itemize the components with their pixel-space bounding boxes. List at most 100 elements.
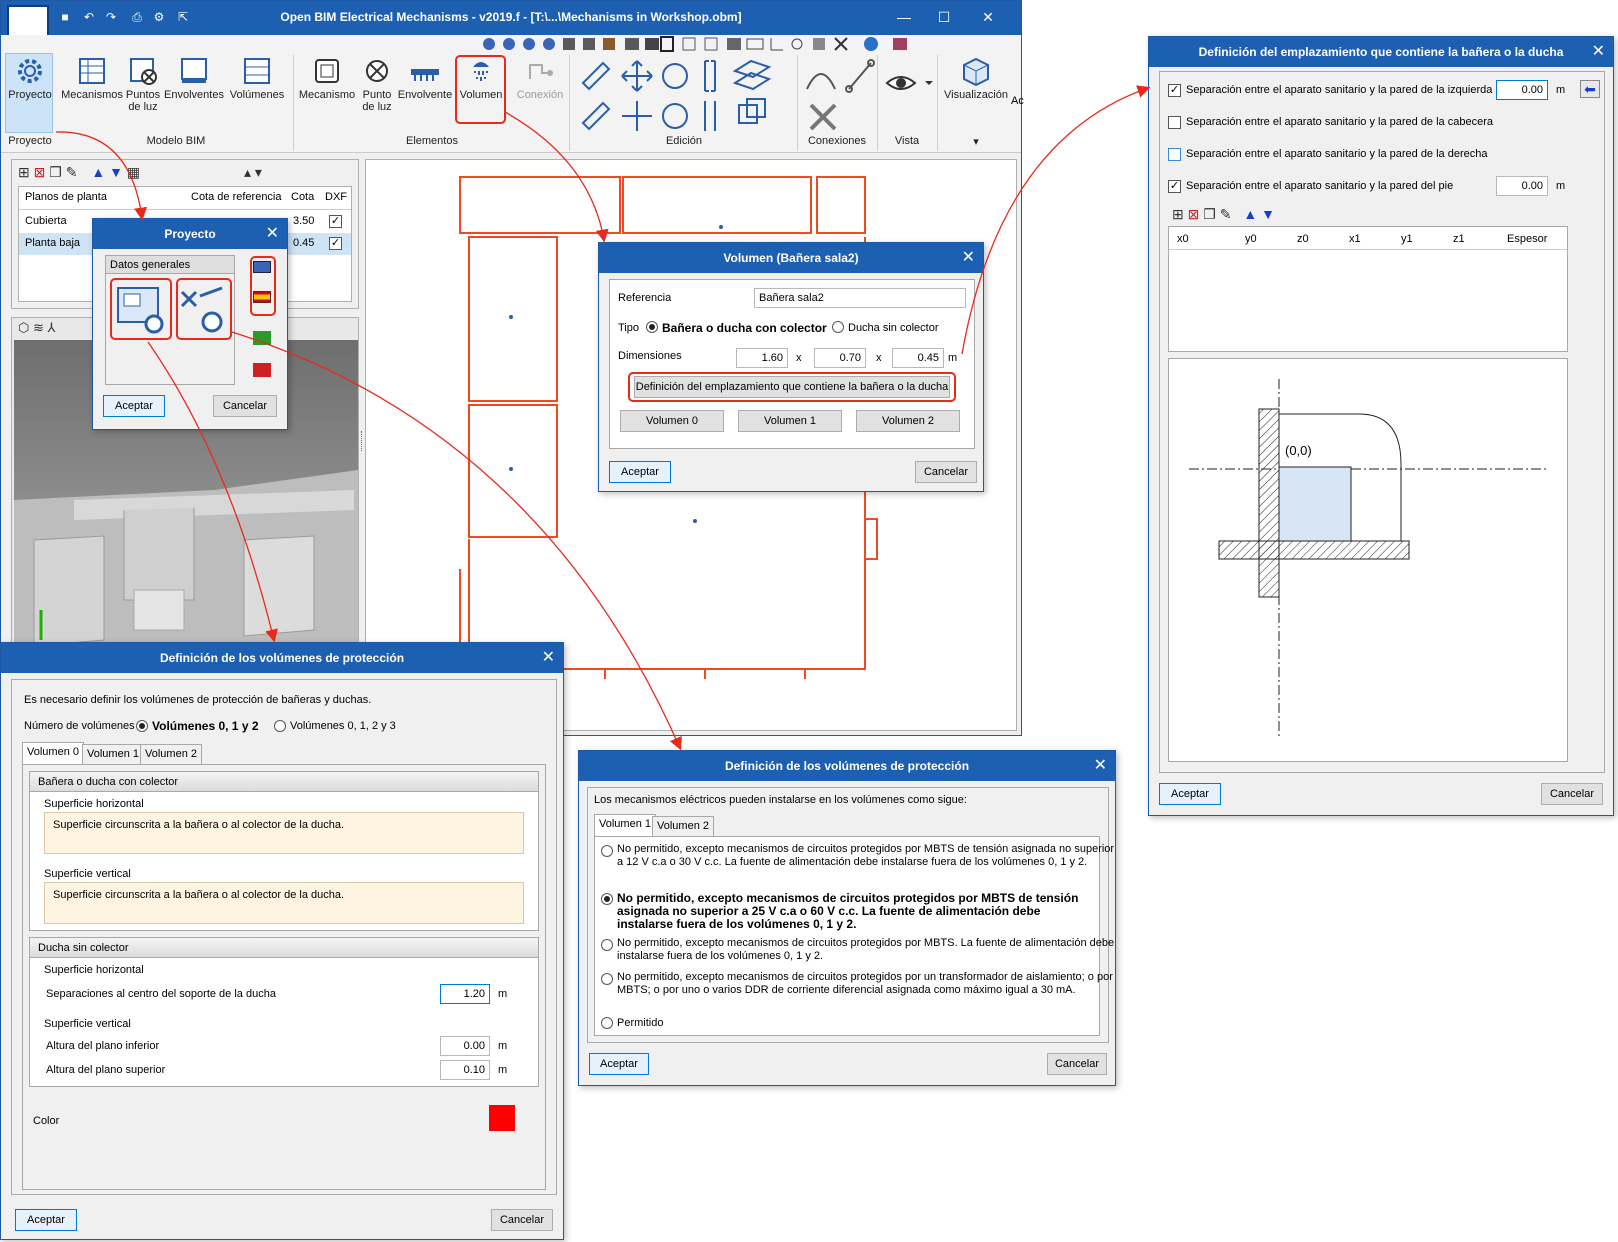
volumenes-button[interactable]: Volúmenes (229, 55, 285, 125)
tab-volumen-1[interactable]: Volumen 1 (82, 744, 144, 764)
sep-centro-input[interactable]: 1.20 (440, 984, 490, 1004)
delete-icon[interactable]: ⊠ (1188, 206, 1200, 222)
color-swatch[interactable] (489, 1105, 515, 1131)
move-down-icon[interactable]: ▼ (1261, 206, 1275, 222)
move-down-icon[interactable]: ▼ (109, 164, 123, 180)
emplazamiento-ok-button[interactable]: Aceptar (1159, 783, 1221, 805)
puntos-de-luz-button[interactable]: Puntos de luz (125, 55, 161, 125)
3d-view-icon[interactable]: ⬡ (18, 320, 29, 335)
grid-icon[interactable]: ▦ (127, 164, 140, 180)
maximize-button[interactable]: ☐ (929, 7, 959, 27)
walls-table[interactable]: x0 y0 z0 x1 y1 z1 Espesor (1168, 226, 1568, 352)
ribbon-collapse-icon[interactable]: ▾ (941, 135, 1011, 148)
vol-012-radio[interactable] (136, 720, 148, 732)
emplazamiento-cancel-button[interactable]: Cancelar (1541, 783, 1603, 805)
vol-prot-right-ok-button[interactable]: Aceptar (589, 1053, 649, 1075)
check-pie[interactable]: ✓ (1168, 180, 1181, 193)
add-icon[interactable]: ⊞ (18, 164, 30, 180)
copy-icon[interactable]: ❐ (49, 164, 62, 180)
envolventes-button[interactable]: Envolventes (163, 55, 225, 125)
option-5-line1: Permitido (617, 1017, 664, 1029)
punto-de-luz-button[interactable]: Punto de luz (359, 55, 395, 125)
pick-arrow-icon[interactable]: ⬅ (1580, 80, 1600, 98)
dxf-checkbox[interactable]: ✓ (329, 237, 342, 250)
export-icon[interactable]: ⇱ (175, 9, 191, 25)
move-up-icon[interactable]: ▲ (1243, 206, 1257, 222)
proyecto-cancel-button[interactable]: Cancelar (213, 395, 277, 417)
undo-icon[interactable]: ↶ (81, 9, 97, 25)
tipo-colector-radio[interactable] (646, 321, 658, 333)
redo-icon[interactable]: ↷ (103, 9, 119, 25)
alt-sup-input[interactable]: 0.10 (440, 1060, 490, 1080)
scroll-down-icon[interactable]: ▾ (255, 164, 262, 180)
volumen-0-button[interactable]: Volumen 0 (620, 410, 724, 432)
axes-icon[interactable]: ⅄ (48, 320, 56, 335)
tab-volumen-1[interactable]: Volumen 1 (594, 814, 656, 836)
layers-icon[interactable]: ≋ (33, 320, 44, 335)
dim-width-input[interactable]: 0.70 (814, 348, 866, 368)
delete-icon[interactable]: ⊠ (34, 164, 46, 180)
edit-icon[interactable]: ✎ (1220, 206, 1232, 222)
close-icon[interactable]: ✕ (1592, 37, 1605, 67)
export-red-icon[interactable] (253, 363, 271, 377)
volumen-ok-button[interactable]: Aceptar (609, 461, 671, 483)
view-3d-toolbar[interactable]: ⬡ ≋ ⅄ (18, 320, 55, 336)
floors-toolbar[interactable]: ⊞ ⊠ ❐ ✎ ▲ ▼ ▦ ▴ ▾ (18, 164, 348, 182)
close-icon[interactable]: ✕ (962, 243, 975, 273)
mecanismos-button[interactable]: Mecanismos (61, 55, 123, 125)
connection-tools[interactable] (801, 53, 881, 135)
conexion-button[interactable]: Conexión (513, 55, 567, 125)
volumen-2-button[interactable]: Volumen 2 (856, 410, 960, 432)
tipo-sin-colector-radio[interactable] (832, 321, 844, 333)
volumen-1-button[interactable]: Volumen 1 (738, 410, 842, 432)
vol-0123-radio[interactable] (274, 720, 286, 732)
tab-volumen-2[interactable]: Volumen 2 (140, 744, 202, 764)
vol-prot-right-cancel-button[interactable]: Cancelar (1047, 1053, 1107, 1075)
edit-tools[interactable] (575, 53, 795, 135)
move-up-icon[interactable]: ▲ (91, 164, 105, 180)
tab-volumen-0[interactable]: Volumen 0 (22, 742, 84, 764)
import-icon[interactable] (253, 331, 271, 345)
option-radio-1[interactable] (601, 845, 613, 857)
dim-length-input[interactable]: 1.60 (736, 348, 788, 368)
option-radio-3[interactable] (601, 939, 613, 951)
referencia-input[interactable]: Bañera sala2 (754, 288, 966, 308)
izquierda-input[interactable]: 0.00 (1496, 80, 1548, 100)
ac-label[interactable]: Ac (1011, 95, 1024, 107)
proyecto-button[interactable]: Proyecto (7, 55, 53, 125)
vol-prot-left-ok-button[interactable]: Aceptar (15, 1209, 77, 1231)
close-icon[interactable]: ✕ (1094, 751, 1107, 781)
settings-icon[interactable]: ⚙ (151, 9, 167, 25)
volumen-cancel-button[interactable]: Cancelar (915, 461, 977, 483)
close-button[interactable]: ✕ (973, 7, 1003, 27)
proyecto-ok-button[interactable]: Aceptar (103, 395, 165, 417)
toolbar-icons[interactable] (479, 35, 1019, 53)
print-icon[interactable]: ⎙ (129, 9, 145, 25)
visualizacion-button[interactable]: Visualización (941, 55, 1011, 125)
minimize-button[interactable]: — (889, 7, 919, 27)
check-cabecera[interactable] (1168, 116, 1181, 129)
check-derecha[interactable] (1168, 148, 1181, 161)
scroll-up-icon[interactable]: ▴ (244, 164, 251, 180)
add-icon[interactable]: ⊞ (1172, 206, 1184, 222)
option-radio-5[interactable] (601, 1017, 613, 1029)
option-radio-4[interactable] (601, 973, 613, 985)
tab-volumen-2[interactable]: Volumen 2 (652, 816, 714, 836)
copy-icon[interactable]: ❐ (1203, 206, 1216, 222)
close-icon[interactable]: ✕ (266, 219, 279, 249)
walls-toolbar[interactable]: ⊞ ⊠ ❐ ✎ ▲ ▼ (1172, 206, 1275, 223)
envolvente-button[interactable]: Envolvente (397, 55, 453, 125)
check-izquierda[interactable]: ✓ (1168, 84, 1181, 97)
dim-height-input[interactable]: 0.45 (892, 348, 944, 368)
pie-input[interactable]: 0.00 (1496, 176, 1548, 196)
dxf-checkbox[interactable]: ✓ (329, 215, 342, 228)
alt-inf-input[interactable]: 0.00 (440, 1036, 490, 1056)
mecanismo-button[interactable]: Mecanismo (297, 55, 357, 125)
eye-icon[interactable] (885, 71, 935, 97)
save-icon[interactable]: ■ (57, 9, 73, 25)
close-icon[interactable]: ✕ (542, 643, 555, 673)
splitter-handle[interactable] (361, 431, 363, 451)
option-radio-2[interactable] (601, 893, 613, 905)
edit-icon[interactable]: ✎ (66, 164, 78, 180)
vol-prot-left-cancel-button[interactable]: Cancelar (491, 1209, 553, 1231)
